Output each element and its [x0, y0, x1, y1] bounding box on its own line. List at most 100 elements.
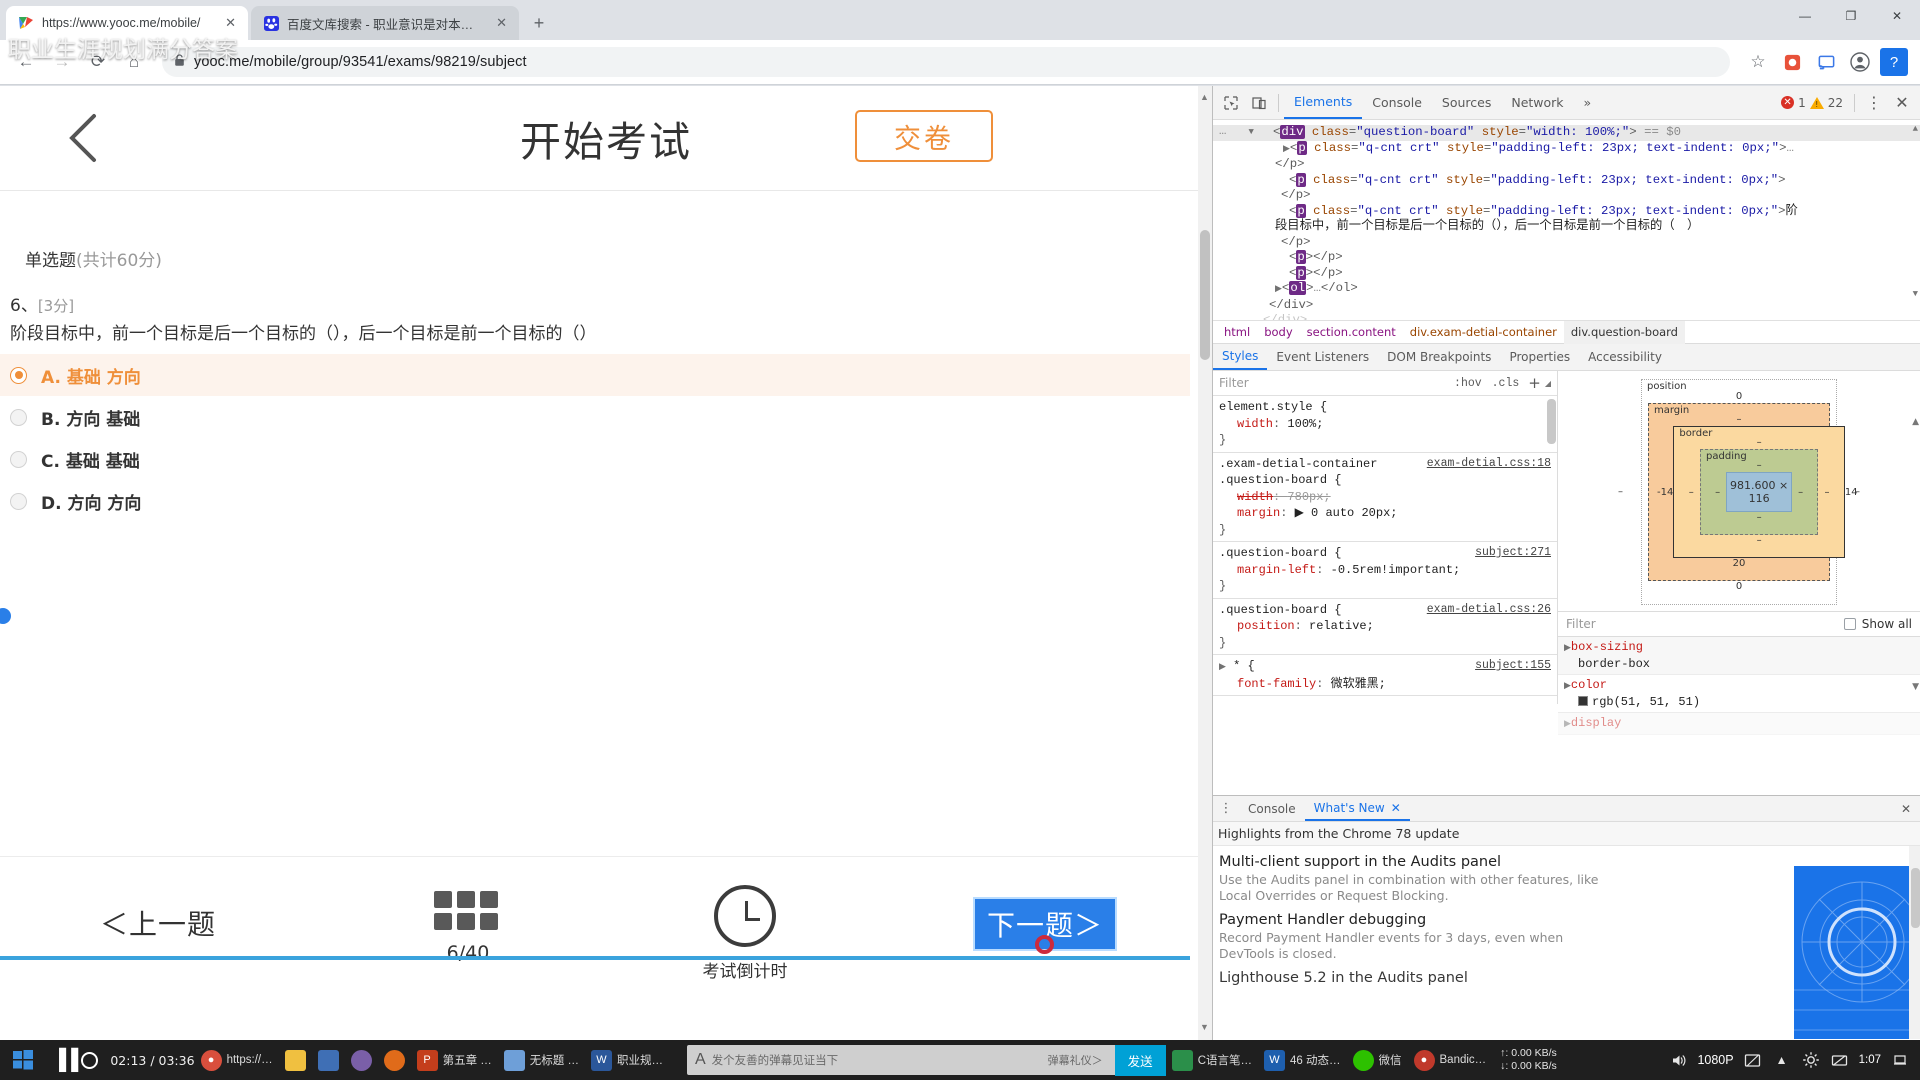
- devtools-tab-sources[interactable]: Sources: [1432, 86, 1501, 119]
- rule-value[interactable]: -0.5rem!important;: [1331, 563, 1461, 577]
- volume-icon[interactable]: [1668, 1050, 1688, 1070]
- style-rule[interactable]: subject:155 ▶ * { font-family: 微软雅黑;: [1213, 655, 1557, 696]
- rule-value[interactable]: 100%;: [1287, 417, 1323, 431]
- fullscreen-icon[interactable]: [1743, 1050, 1763, 1070]
- box-model-position-right[interactable]: –: [1855, 487, 1860, 498]
- breadcrumb-item-container[interactable]: div.exam-detial-container: [1403, 321, 1564, 344]
- computed-scroll-down-icon[interactable]: ▼: [1912, 682, 1919, 692]
- drawer-tab-close-icon[interactable]: ✕: [1391, 801, 1401, 815]
- drawer-close-icon[interactable]: ✕: [1901, 802, 1920, 816]
- subtab-styles[interactable]: Styles: [1213, 344, 1268, 370]
- subtab-dom-breakpoints[interactable]: DOM Breakpoints: [1378, 344, 1500, 370]
- browser-tab-0[interactable]: https://www.yooc.me/mobile/ ✕: [6, 6, 248, 40]
- dom-line[interactable]: <p></p>: [1213, 265, 1920, 282]
- dom-scroll-down-icon[interactable]: ▼: [1913, 287, 1918, 303]
- rule-source-link[interactable]: exam-detial.css:18: [1427, 456, 1551, 473]
- rule-value[interactable]: ▶ 0 auto 20px;: [1295, 506, 1398, 520]
- devtools-more-tabs-icon[interactable]: »: [1574, 86, 1602, 119]
- font-a-icon[interactable]: A: [695, 1051, 706, 1069]
- box-model-diagram[interactable]: position 0 margin – -14 border – – paddi…: [1618, 379, 1860, 605]
- address-bar[interactable]: yooc.me/mobile/group/93541/exams/98219/s…: [162, 47, 1730, 77]
- new-style-rule-button[interactable]: +: [1524, 374, 1545, 392]
- minimize-button[interactable]: —: [1782, 0, 1828, 32]
- rule-prop[interactable]: font-family: [1219, 677, 1316, 691]
- computed-filter-input[interactable]: Filter: [1566, 617, 1844, 631]
- box-model-border-right[interactable]: –: [1818, 487, 1836, 498]
- rule-prop[interactable]: margin: [1219, 506, 1280, 520]
- dom-line[interactable]: <p class="q-cnt crt" style="padding-left…: [1213, 203, 1920, 220]
- rule-prop[interactable]: width: [1219, 490, 1273, 504]
- box-model-padding-right[interactable]: –: [1792, 487, 1809, 498]
- taskbar-item-word[interactable]: W 职业规…: [585, 1040, 669, 1080]
- computed-property[interactable]: ▶box-sizing border-box: [1558, 637, 1920, 675]
- taskbar-item-ppt[interactable]: P 第五章 …: [411, 1040, 498, 1080]
- box-model-position-top[interactable]: 0: [1648, 391, 1830, 403]
- whats-new-scrollbar-thumb[interactable]: [1911, 868, 1920, 928]
- styles-filter-input[interactable]: Filter: [1219, 376, 1449, 390]
- subtab-properties[interactable]: Properties: [1500, 344, 1579, 370]
- cls-toggle-button[interactable]: .cls: [1487, 377, 1525, 390]
- dom-line[interactable]: <p class="q-cnt crt" style="padding-left…: [1213, 172, 1920, 189]
- devtools-menu-icon[interactable]: ⋮: [1860, 90, 1888, 116]
- breadcrumb-item-section[interactable]: section.content: [1300, 321, 1403, 344]
- style-rule[interactable]: element.style { width: 100%; }: [1213, 396, 1557, 453]
- chevron-up-icon[interactable]: ▲: [1772, 1050, 1792, 1070]
- rule-value[interactable]: 780px;: [1287, 490, 1330, 504]
- rule-value[interactable]: 微软雅黑;: [1331, 677, 1386, 691]
- rule-prop[interactable]: position: [1219, 619, 1295, 633]
- taskbar-item-chrome[interactable]: ● https://…: [195, 1040, 279, 1080]
- radio-icon[interactable]: [10, 408, 27, 426]
- breadcrumb-item-html[interactable]: html: [1217, 321, 1257, 344]
- taskbar-item-w[interactable]: W 46 动态…: [1258, 1040, 1347, 1080]
- devtools-tab-elements[interactable]: Elements: [1284, 86, 1363, 119]
- countdown-button[interactable]: 考试倒计时: [690, 885, 800, 982]
- option-d[interactable]: D. 方向 方向: [0, 480, 1190, 522]
- maximize-button[interactable]: ❐: [1828, 0, 1874, 32]
- devtools-close-icon[interactable]: ✕: [1888, 90, 1916, 116]
- box-model-border-bottom[interactable]: –: [1682, 535, 1836, 547]
- dom-tree[interactable]: … ▼ <div class="question-board" style="w…: [1213, 120, 1920, 320]
- taskbar-item-firefox[interactable]: [378, 1040, 411, 1080]
- selection-handle-dot[interactable]: [0, 608, 11, 624]
- puzzle-icon[interactable]: [1776, 46, 1808, 78]
- taskbar-item-bandicam[interactable]: ● Bandic…: [1408, 1040, 1493, 1080]
- prev-question-button[interactable]: ＜上一题: [100, 903, 216, 943]
- home-icon[interactable]: ⌂: [118, 46, 150, 78]
- dom-line[interactable]: ▶<ol>…</ol>: [1213, 281, 1920, 298]
- taskbar-item-doc[interactable]: C语言笔…: [1166, 1040, 1258, 1080]
- style-rule[interactable]: exam-detial.css:26 .question-board { pos…: [1213, 599, 1557, 655]
- taskbar-item-wechat[interactable]: 微信: [1347, 1040, 1408, 1080]
- whats-new-item[interactable]: Lighthouse 5.2 in the Audits panel: [1213, 962, 1920, 986]
- subtab-event-listeners[interactable]: Event Listeners: [1267, 344, 1378, 370]
- option-a[interactable]: A. 基础 方向: [0, 354, 1190, 396]
- box-model-position-bottom[interactable]: 0: [1648, 581, 1830, 593]
- breadcrumb-item-body[interactable]: body: [1257, 321, 1299, 344]
- drawer-tab-console[interactable]: Console: [1239, 796, 1305, 821]
- computed-property[interactable]: ▶display: [1558, 713, 1920, 735]
- rule-source-link[interactable]: exam-detial.css:26: [1427, 602, 1551, 619]
- devtools-tab-console[interactable]: Console: [1362, 86, 1432, 119]
- whats-new-body[interactable]: Multi-client support in the Audits panel…: [1213, 846, 1920, 1039]
- subtab-accessibility[interactable]: Accessibility: [1579, 344, 1671, 370]
- rule-value[interactable]: relative;: [1309, 619, 1374, 633]
- drawer-menu-icon[interactable]: ⋮: [1213, 801, 1239, 816]
- submit-exam-button[interactable]: 交卷: [855, 110, 993, 162]
- notification-icon[interactable]: [1890, 1050, 1910, 1070]
- bookmark-star-icon[interactable]: ☆: [1742, 46, 1774, 78]
- radio-icon[interactable]: [10, 450, 27, 468]
- close-window-button[interactable]: ✕: [1874, 0, 1920, 32]
- media-pause-button[interactable]: ▐▐: [46, 1040, 104, 1080]
- style-rule[interactable]: exam-detial.css:18 .exam-detial-containe…: [1213, 453, 1557, 542]
- scroll-up-icon[interactable]: ▲: [1200, 92, 1209, 102]
- taskbar-item-app-2[interactable]: [345, 1040, 378, 1080]
- tab-close-icon[interactable]: ✕: [223, 15, 238, 31]
- question-grid-button[interactable]: 6/40: [434, 891, 502, 964]
- box-model-border-left[interactable]: –: [1682, 487, 1700, 498]
- resolution-badge[interactable]: 1080P: [1697, 1053, 1733, 1067]
- taskbar-item-notepad[interactable]: 无标题 …: [498, 1040, 585, 1080]
- scroll-down-icon[interactable]: ▼: [1200, 1022, 1209, 1032]
- rule-prop[interactable]: margin-left: [1219, 563, 1316, 577]
- option-c[interactable]: C. 基础 基础: [0, 438, 1190, 480]
- dom-line[interactable]: ▶<p class="q-cnt crt" style="padding-lef…: [1213, 140, 1920, 158]
- device-toolbar-icon[interactable]: [1245, 90, 1273, 116]
